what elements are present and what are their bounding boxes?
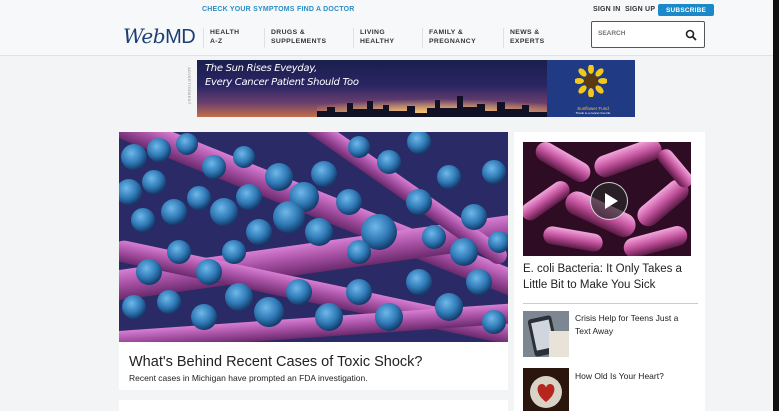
sign-up-link[interactable]: SIGN UP [625,6,655,13]
sidebar-card: E. coli Bacteria: It Only Takes a Little… [514,132,705,411]
sponsor-panel: Sunflower Fund Thank to a cancer free li… [547,60,635,117]
nav-family-pregnancy[interactable]: FAMILY & PREGNANCY [422,28,476,48]
nav-living-healthy[interactable]: LIVING HEALTHY [353,28,394,48]
next-card-edge [119,400,508,411]
ecoli-video-thumbnail[interactable] [523,142,691,256]
ad-label: ADVERTISEMENT [186,64,196,114]
logo-web-text: Web [123,24,166,48]
sponsor-name: Sunflower Fund Thank to a cancer free li… [563,106,623,115]
nav-drugs-supplements[interactable]: DRUGS & SUPPLEMENTS [264,28,326,48]
nav-label-line2: PREGNANCY [429,38,477,45]
nav-label-line2: A-Z [210,38,223,45]
heart-image [523,368,569,411]
ad-label-text: ADVERTISEMENT [186,67,191,105]
bacteria-hero-image[interactable] [119,132,508,342]
sign-in-link[interactable]: SIGN IN [593,6,620,13]
check-symptoms-link[interactable]: CHECK YOUR SYMPTOMS [202,6,295,13]
heart-thumbnail[interactable] [523,368,569,411]
sidebar-feature-title[interactable]: E. coli Bacteria: It Only Takes a Little… [523,261,698,293]
nav-label-line1: NEWS & [510,29,540,36]
phone-image [523,311,569,357]
sidebar-item-title[interactable]: Crisis Help for Teens Just a Text Away [575,312,695,338]
featured-article-subtitle: Recent cases in Michigan have prompted a… [129,373,368,383]
sidebar-item-title[interactable]: How Old Is Your Heart? [575,370,695,383]
nav-health-az[interactable]: HEALTH A-Z [203,28,239,48]
play-icon[interactable] [590,182,628,220]
nav-label-line2: HEALTHY [360,38,395,45]
nav-label-line2: SUPPLEMENTS [271,38,327,45]
logo-md-text: MD [165,26,196,48]
webmd-logo[interactable]: WebMD [123,24,196,49]
subscribe-button[interactable]: SUBSCRIBE [658,4,715,16]
nav-label-line1: HEALTH [210,29,240,36]
search-input[interactable] [598,30,678,37]
page: CHECK YOUR SYMPTOMS FIND A DOCTOR SIGN I… [0,0,779,411]
site-header: WebMD HEALTH A-Z DRUGS & SUPPLEMENTS LIV… [0,18,773,56]
ad-banner[interactable]: The Sun Rises Eveyday, Every Cancer Pati… [197,60,635,117]
nav-news-experts[interactable]: NEWS & EXPERTS [503,28,545,48]
nav-label-line1: DRUGS & [271,29,306,36]
ad-line-1: The Sun Rises Eveyday, [205,63,317,74]
featured-article-card[interactable]: What's Behind Recent Cases of Toxic Shoc… [119,132,508,390]
search-icon[interactable] [685,29,697,41]
utility-bar: CHECK YOUR SYMPTOMS FIND A DOCTOR SIGN I… [0,0,773,18]
nav-label-line2: EXPERTS [510,38,545,45]
sunflower-icon [575,65,607,97]
featured-article-title[interactable]: What's Behind Recent Cases of Toxic Shoc… [129,354,422,370]
sponsor-tagline: Thank to a cancer free life [575,111,611,115]
nav-label-line1: FAMILY & [429,29,464,36]
find-doctor-link[interactable]: FIND A DOCTOR [297,6,355,13]
divider [523,303,698,304]
search-box [591,21,705,48]
teen-text-thumbnail[interactable] [523,311,569,357]
nav-label-line1: LIVING [360,29,386,36]
